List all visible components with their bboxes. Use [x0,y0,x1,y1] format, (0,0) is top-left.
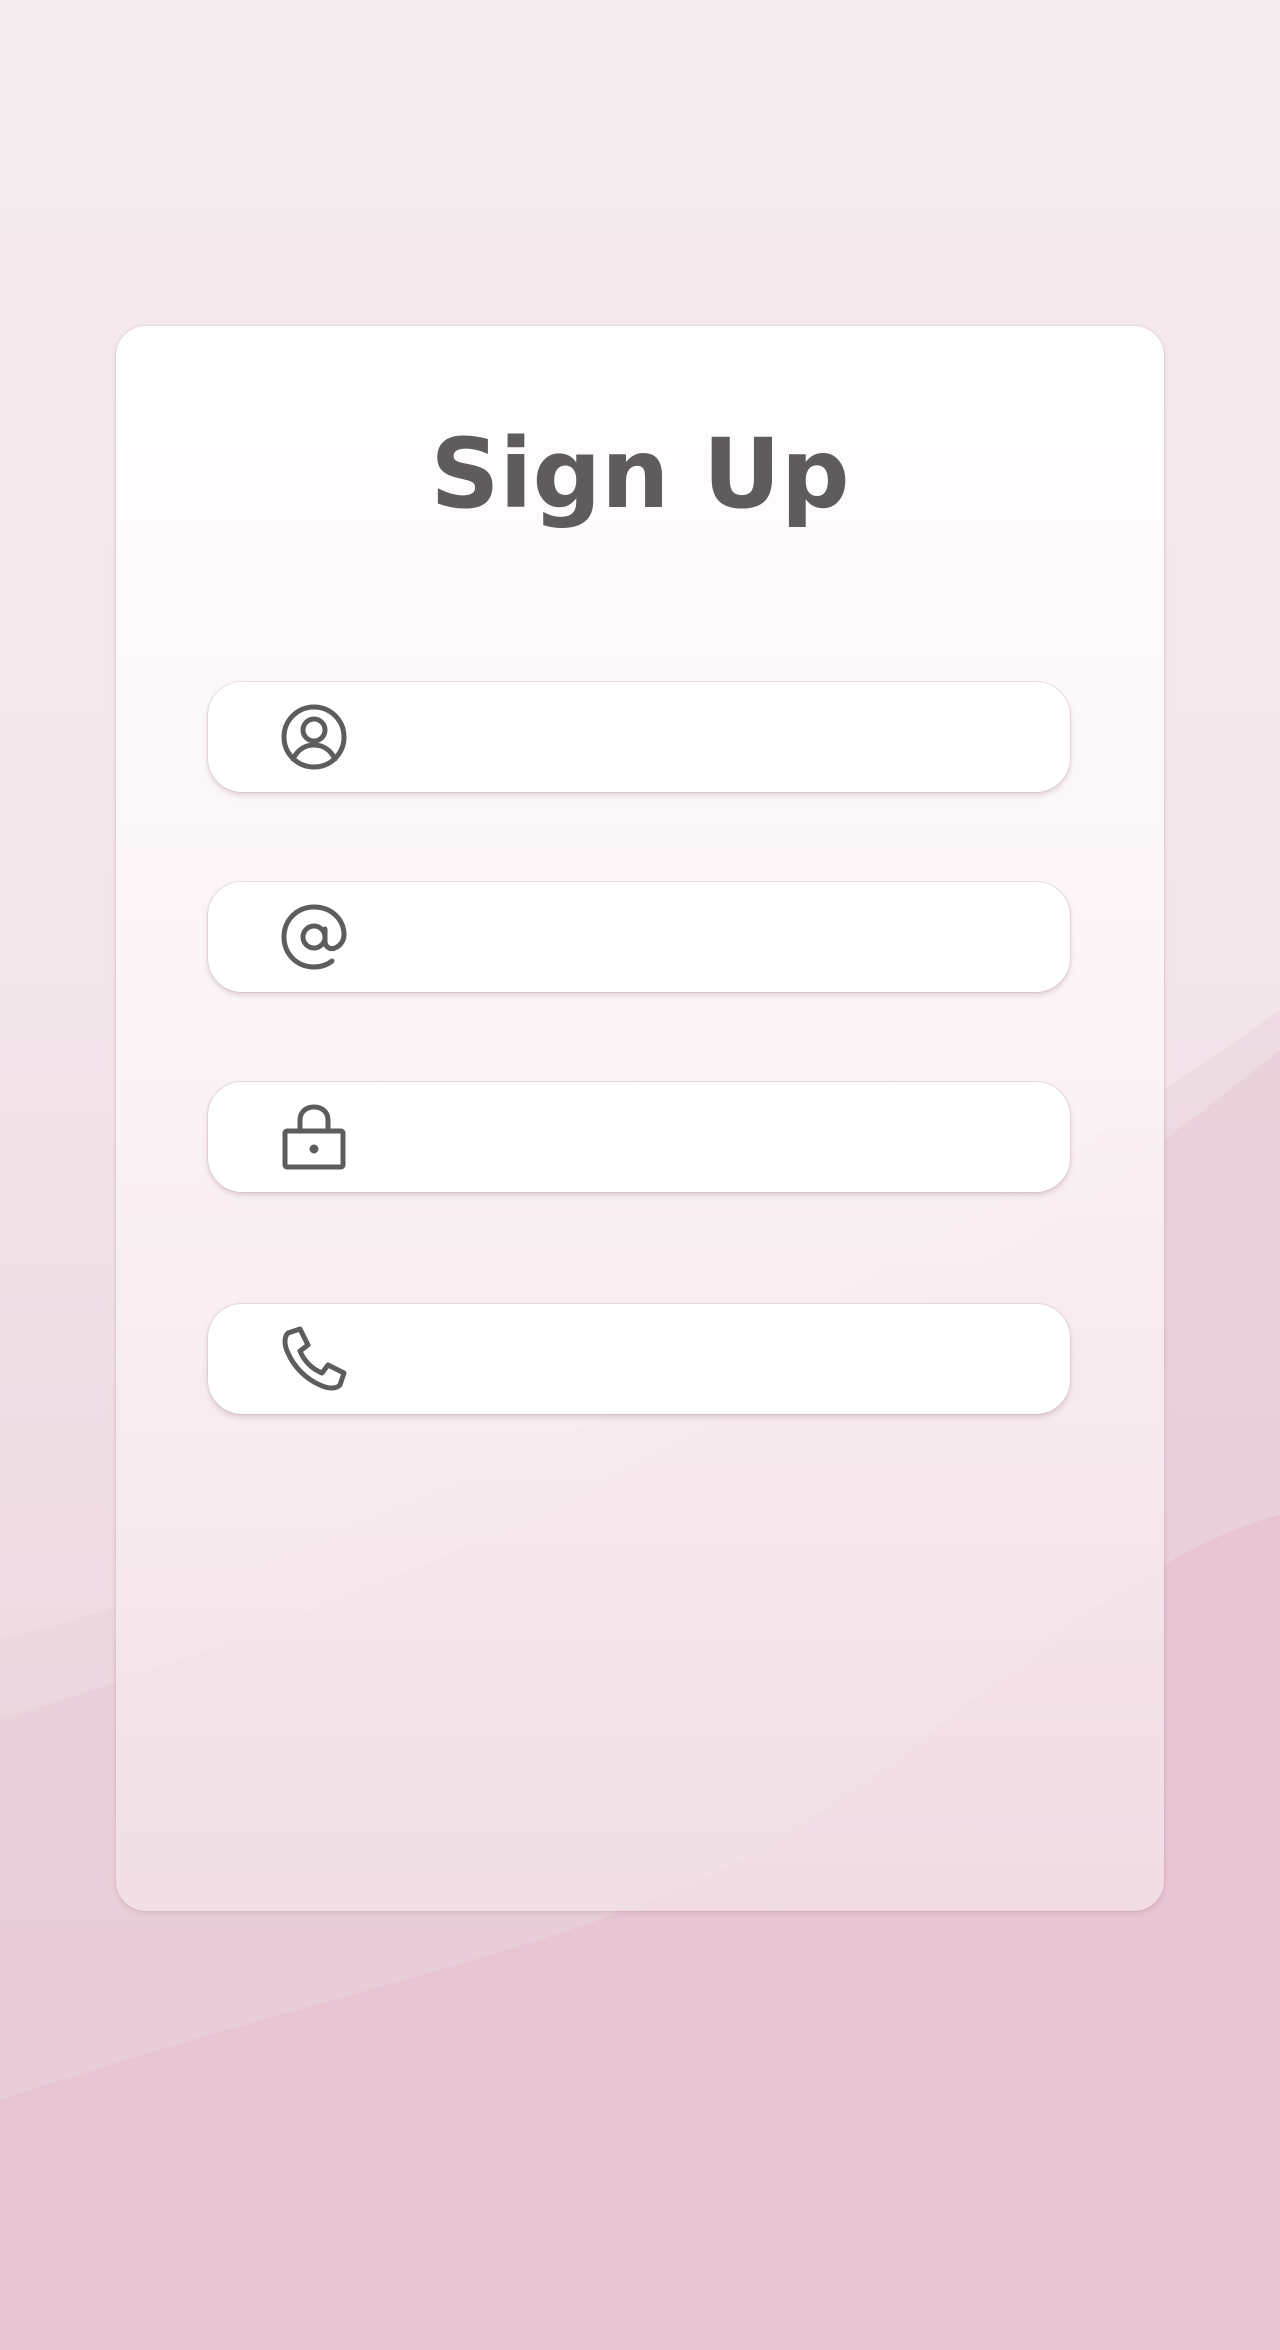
phone-field[interactable] [208,1304,1070,1414]
phone-input[interactable] [358,1304,1038,1414]
sign-up-card: Sign Up [116,326,1164,1911]
page-title: Sign Up [430,418,850,530]
at-sign-icon [280,903,348,971]
username-field[interactable] [208,682,1070,792]
email-input[interactable] [358,882,1038,992]
password-field[interactable] [208,1082,1070,1192]
phone-icon [280,1325,348,1393]
username-input[interactable] [358,682,1038,792]
password-input[interactable] [358,1082,1038,1192]
user-circle-icon [280,703,348,771]
email-field[interactable] [208,882,1070,992]
lock-icon [280,1103,348,1171]
